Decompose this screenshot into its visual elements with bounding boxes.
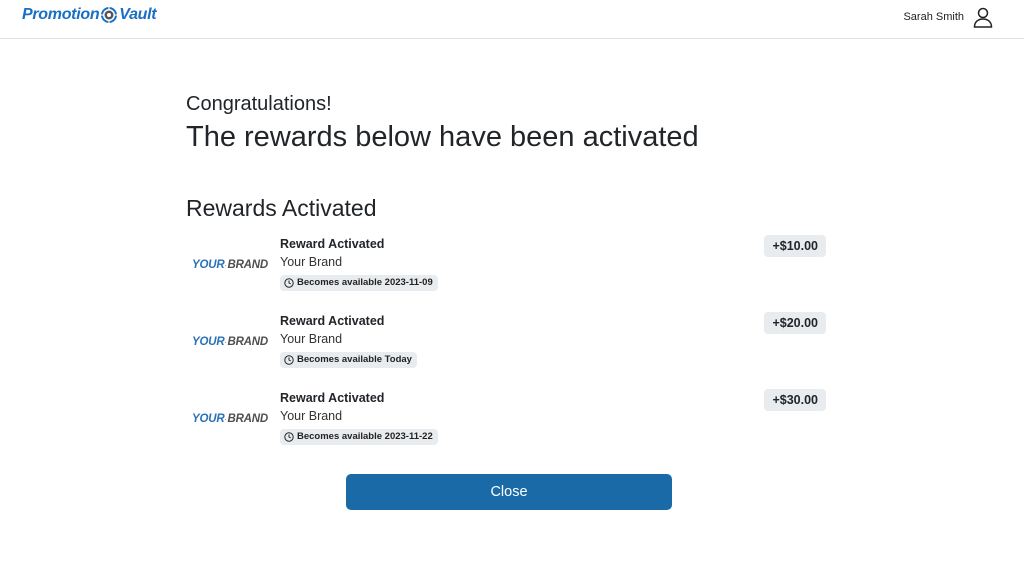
top-navigation-bar: Promotion Vault Sarah Smith bbox=[0, 0, 1024, 39]
user-icon bbox=[973, 7, 993, 28]
reward-item: YOUR BRAND Reward Activated Your Brand B… bbox=[186, 312, 826, 390]
availability-badge: Becomes available Today bbox=[280, 352, 417, 368]
brand-logo: YOUR BRAND bbox=[192, 411, 268, 427]
page-title: The rewards below have been activated bbox=[186, 121, 699, 153]
reward-item: YOUR BRAND Reward Activated Your Brand B… bbox=[186, 389, 826, 467]
main-content: Congratulations! The rewards below have … bbox=[186, 92, 826, 467]
congratulations-text: Congratulations! bbox=[186, 93, 332, 115]
brand-logo-your: YOUR bbox=[192, 259, 225, 271]
rewards-list: YOUR BRAND Reward Activated Your Brand B… bbox=[186, 235, 826, 467]
availability-text: Becomes available 2023-11-09 bbox=[297, 277, 433, 288]
brand-logo-your: YOUR bbox=[192, 413, 225, 425]
brand-logo: YOUR BRAND bbox=[192, 257, 268, 273]
close-button[interactable]: Close bbox=[346, 474, 672, 510]
clock-icon bbox=[284, 432, 294, 442]
brand-mark-icon bbox=[225, 341, 227, 343]
user-menu[interactable]: Sarah Smith bbox=[903, 6, 994, 28]
brand-logo-brand: BRAND bbox=[227, 336, 268, 348]
reward-info: Reward Activated Your Brand Becomes avai… bbox=[280, 313, 417, 370]
brand-logo-brand: BRAND bbox=[227, 259, 268, 271]
reward-brand: Your Brand bbox=[280, 409, 343, 423]
brand-logo: YOUR BRAND bbox=[192, 334, 268, 350]
reward-amount-badge: +$10.00 bbox=[764, 235, 826, 257]
clock-icon bbox=[284, 278, 294, 288]
logo-text-promotion: Promotion bbox=[22, 6, 100, 23]
brand-mark-icon bbox=[225, 418, 227, 420]
brand-logo-your: YOUR bbox=[192, 336, 225, 348]
availability-badge: Becomes available 2023-11-09 bbox=[280, 275, 438, 291]
reward-brand: Your Brand bbox=[280, 255, 343, 269]
vault-icon bbox=[101, 7, 118, 23]
section-title: Rewards Activated bbox=[186, 195, 377, 221]
logo-text-vault: Vault bbox=[119, 6, 157, 23]
reward-info: Reward Activated Your Brand Becomes avai… bbox=[280, 236, 438, 293]
reward-title: Reward Activated bbox=[280, 391, 385, 405]
availability-text: Becomes available Today bbox=[297, 354, 412, 365]
availability-badge: Becomes available 2023-11-22 bbox=[280, 429, 438, 445]
reward-info: Reward Activated Your Brand Becomes avai… bbox=[280, 390, 438, 447]
reward-brand: Your Brand bbox=[280, 332, 343, 346]
reward-title: Reward Activated bbox=[280, 237, 385, 251]
promotion-vault-logo[interactable]: Promotion Vault bbox=[22, 6, 157, 24]
reward-item: YOUR BRAND Reward Activated Your Brand B… bbox=[186, 235, 826, 313]
reward-amount-badge: +$20.00 bbox=[764, 312, 826, 334]
brand-logo-brand: BRAND bbox=[227, 413, 268, 425]
reward-title: Reward Activated bbox=[280, 314, 385, 328]
reward-amount-badge: +$30.00 bbox=[764, 389, 826, 411]
availability-text: Becomes available 2023-11-22 bbox=[297, 431, 433, 442]
clock-icon bbox=[284, 355, 294, 365]
user-name: Sarah Smith bbox=[903, 11, 964, 23]
brand-mark-icon bbox=[225, 264, 227, 266]
